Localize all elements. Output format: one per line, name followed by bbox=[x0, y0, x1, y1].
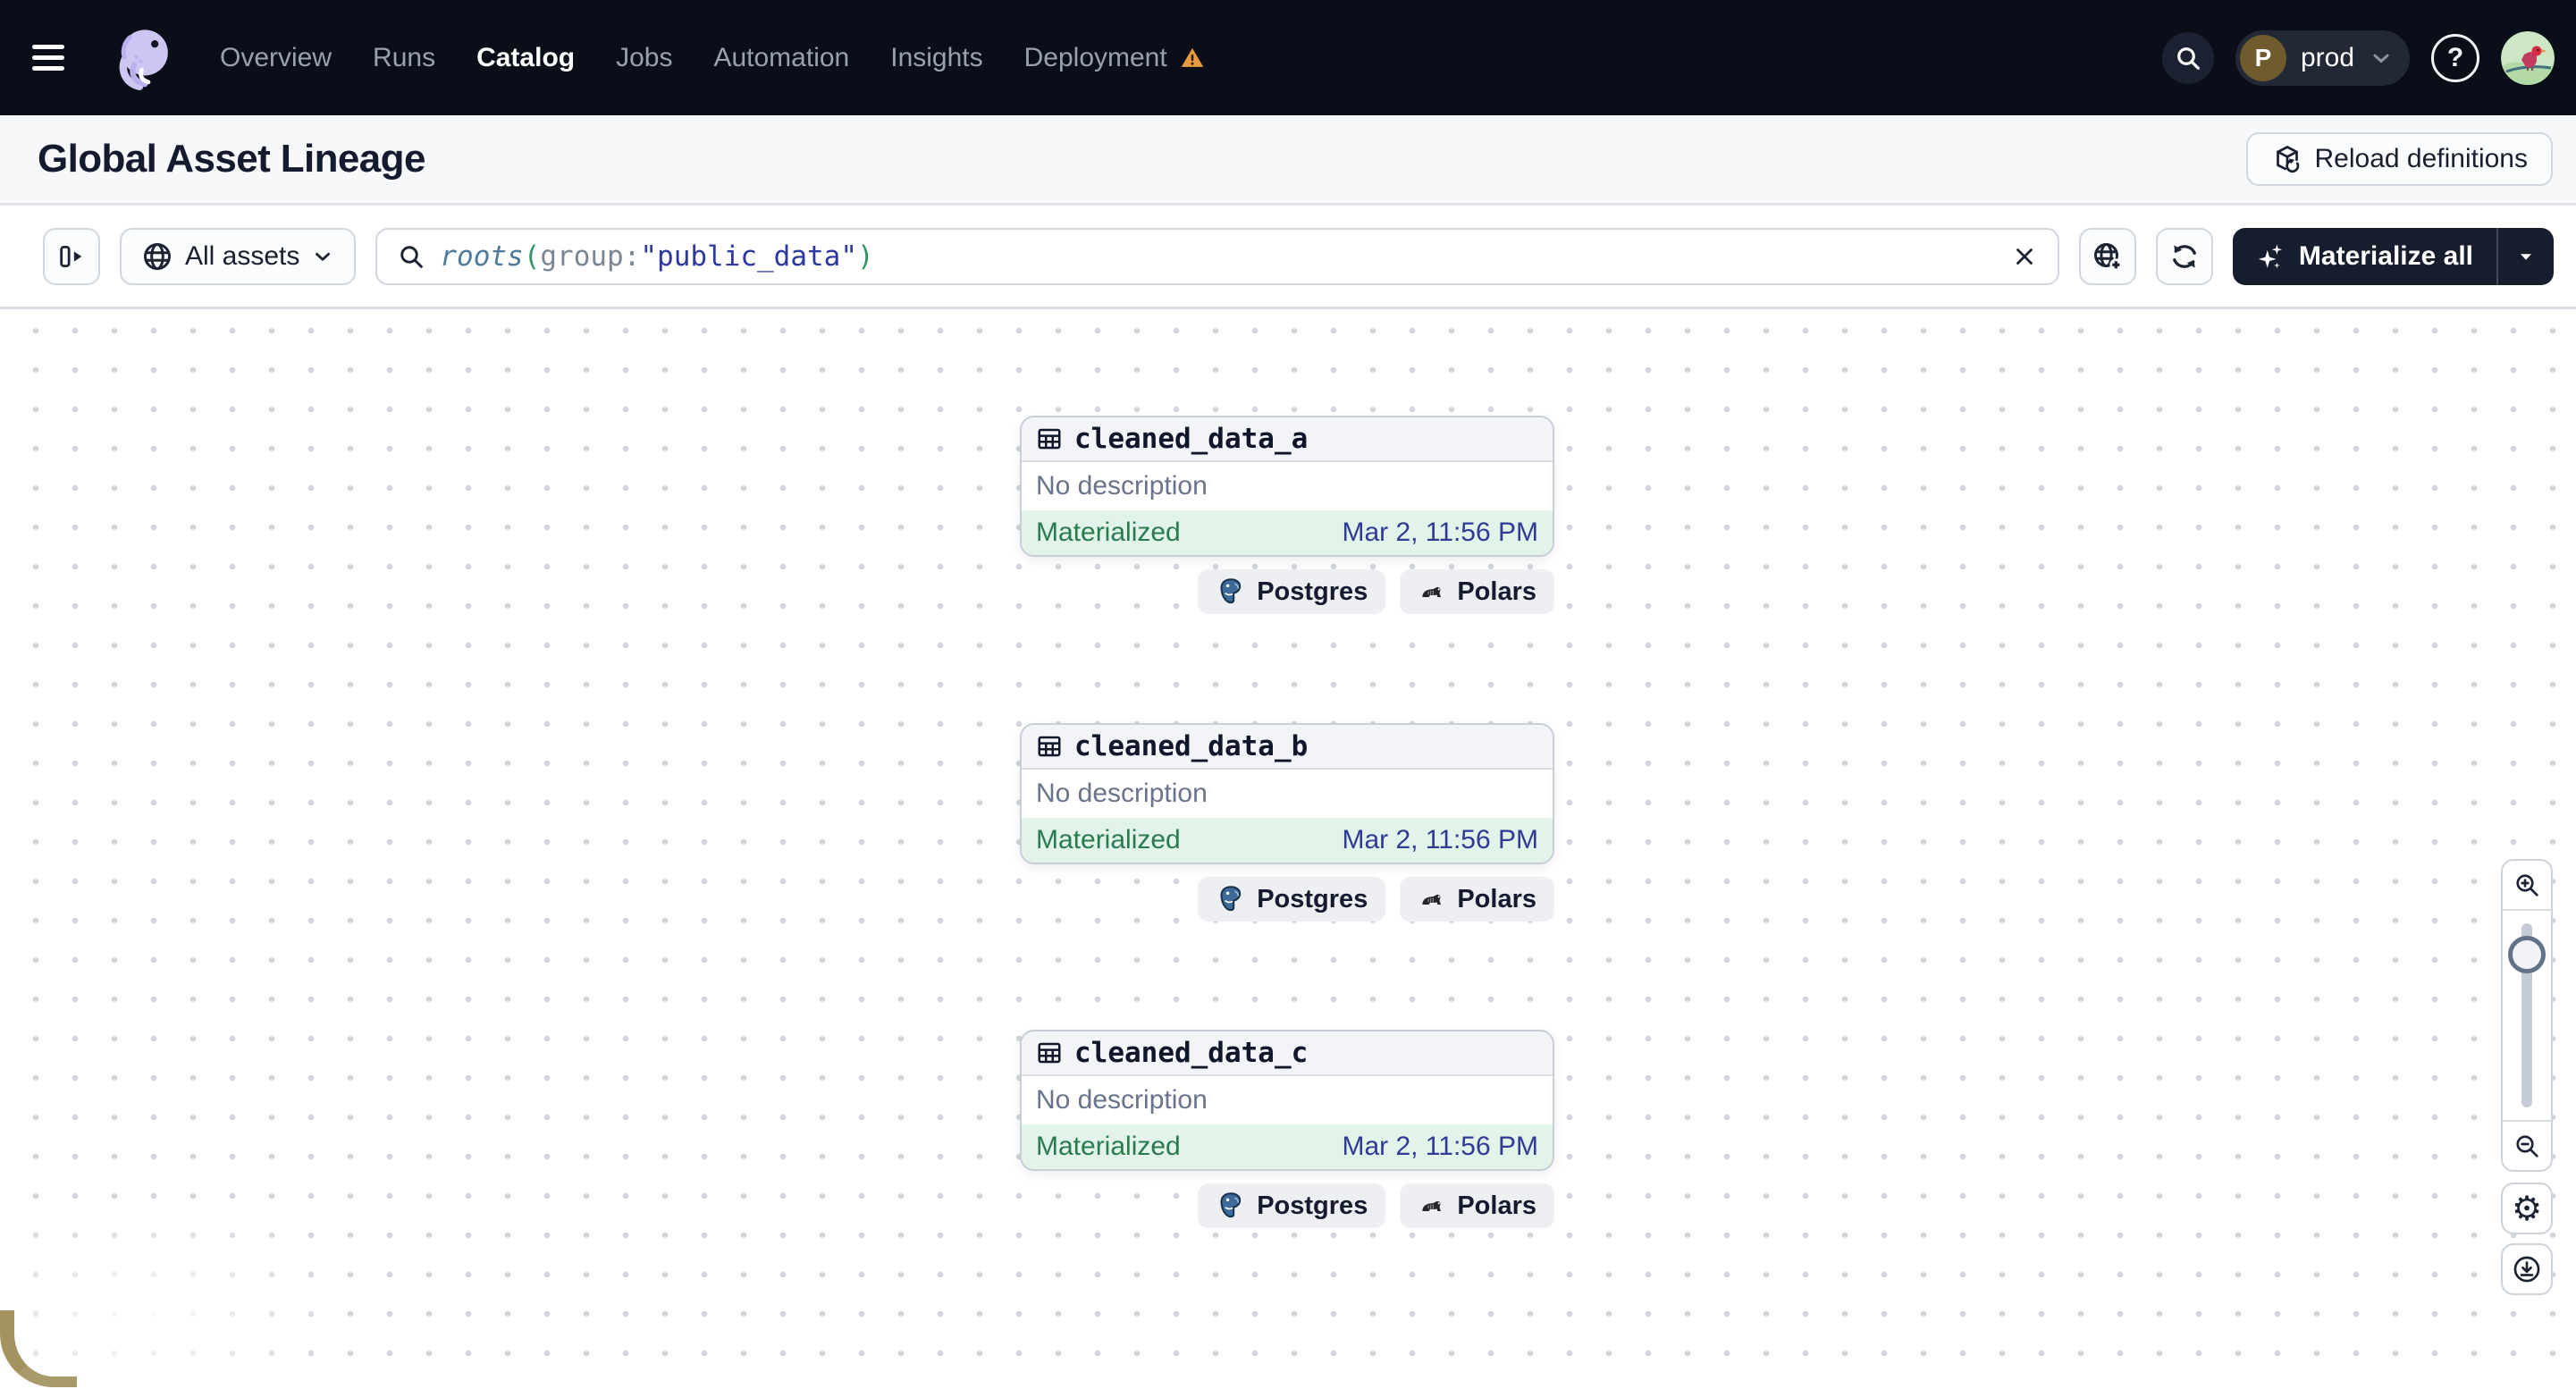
asset-name: cleaned_data_c bbox=[1074, 1037, 1309, 1069]
zoom-slider-thumb[interactable] bbox=[2508, 936, 2546, 973]
asset-node-header: cleaned_data_a bbox=[1022, 417, 1553, 462]
nav-item-deployment[interactable]: Deployment bbox=[1024, 43, 1205, 73]
table-icon bbox=[1036, 733, 1063, 760]
tag-postgres[interactable]: Postgres bbox=[1198, 1183, 1386, 1228]
zoom-control bbox=[2501, 859, 2553, 1172]
asset-name: cleaned_data_a bbox=[1074, 423, 1309, 455]
postgres-icon bbox=[1216, 884, 1246, 914]
asset-materialized-timestamp[interactable]: Mar 2, 11:56 PM bbox=[1342, 825, 1538, 855]
asset-materialized-timestamp[interactable]: Mar 2, 11:56 PM bbox=[1342, 518, 1538, 548]
globe-add-button[interactable] bbox=[2078, 227, 2136, 285]
chevron-down-icon bbox=[311, 245, 334, 268]
nav-right-cluster: P prod ? bbox=[2161, 29, 2555, 86]
asset-tag-row: Postgres Polars bbox=[1020, 1183, 1554, 1228]
nav-item-overview[interactable]: Overview bbox=[220, 43, 332, 73]
corner-artifact bbox=[0, 1310, 77, 1387]
polars-icon bbox=[1418, 885, 1446, 913]
warning-icon bbox=[1180, 46, 1205, 71]
hamburger-menu-icon[interactable] bbox=[32, 29, 89, 87]
tag-polars[interactable]: Polars bbox=[1400, 877, 1554, 922]
lineage-graph-canvas[interactable]: cleaned_data_a No description Materializ… bbox=[0, 309, 2576, 1389]
lineage-toolbar: All assets roots(group: "public_data") M… bbox=[0, 206, 2576, 309]
reload-definitions-icon bbox=[2271, 143, 2303, 175]
asset-node-cleaned-data-b[interactable]: cleaned_data_b No description Materializ… bbox=[1020, 723, 1554, 864]
asset-description: No description bbox=[1036, 779, 1208, 808]
gear-icon: ⚙ bbox=[2511, 1189, 2543, 1228]
tag-polars[interactable]: Polars bbox=[1400, 1183, 1554, 1228]
table-icon bbox=[1036, 425, 1063, 452]
tag-postgres[interactable]: Postgres bbox=[1198, 877, 1386, 922]
asset-name: cleaned_data_b bbox=[1074, 730, 1309, 762]
top-nav: Overview Runs Catalog Jobs Automation In… bbox=[0, 0, 2576, 115]
postgres-icon bbox=[1216, 577, 1246, 607]
asset-materialized-timestamp[interactable]: Mar 2, 11:56 PM bbox=[1342, 1132, 1538, 1162]
main-nav-menu: Overview Runs Catalog Jobs Automation In… bbox=[220, 43, 1205, 73]
help-icon[interactable]: ? bbox=[2431, 33, 2479, 82]
asset-status: Materialized bbox=[1036, 1132, 1181, 1161]
asset-status: Materialized bbox=[1036, 518, 1181, 547]
refresh-icon[interactable] bbox=[2155, 227, 2213, 285]
user-avatar[interactable] bbox=[2501, 30, 2555, 85]
materialize-all-button[interactable]: Materialize all bbox=[2233, 228, 2496, 285]
search-icon[interactable] bbox=[2161, 31, 2214, 84]
asset-node-cleaned-data-a[interactable]: cleaned_data_a No description Materializ… bbox=[1020, 416, 1554, 557]
asset-status: Materialized bbox=[1036, 825, 1181, 854]
polars-icon bbox=[1418, 1191, 1446, 1220]
search-icon bbox=[397, 242, 425, 271]
asset-selection-query: roots(group: "public_data") bbox=[440, 240, 874, 273]
nav-item-insights[interactable]: Insights bbox=[890, 43, 982, 73]
materialize-options-caret[interactable] bbox=[2498, 228, 2554, 285]
nav-item-jobs[interactable]: Jobs bbox=[616, 43, 672, 73]
download-image-button[interactable] bbox=[2501, 1243, 2553, 1295]
asset-description: No description bbox=[1036, 471, 1208, 501]
environment-name: prod bbox=[2300, 42, 2354, 72]
zoom-in-icon[interactable] bbox=[2503, 861, 2551, 911]
toggle-left-panel-button[interactable] bbox=[43, 227, 100, 285]
asset-tag-row: Postgres Polars bbox=[1020, 569, 1554, 614]
chevron-down-icon bbox=[2369, 46, 2394, 71]
polars-icon bbox=[1418, 577, 1446, 606]
dagster-logo-icon[interactable] bbox=[109, 23, 179, 93]
nav-item-runs[interactable]: Runs bbox=[373, 43, 435, 73]
globe-icon bbox=[141, 240, 173, 273]
nav-item-catalog[interactable]: Catalog bbox=[476, 43, 575, 73]
environment-switcher[interactable]: P prod bbox=[2235, 29, 2410, 86]
nav-item-automation[interactable]: Automation bbox=[713, 43, 849, 73]
page-header: Global Asset Lineage Reload definitions bbox=[0, 115, 2576, 206]
tag-postgres[interactable]: Postgres bbox=[1198, 569, 1386, 614]
asset-tag-row: Postgres Polars bbox=[1020, 877, 1554, 922]
asset-selection-input[interactable]: roots(group: "public_data") bbox=[375, 227, 2059, 285]
asset-node-header: cleaned_data_c bbox=[1022, 1031, 1553, 1076]
zoom-out-icon[interactable] bbox=[2503, 1120, 2551, 1170]
sparkles-icon bbox=[2256, 241, 2286, 272]
zoom-slider bbox=[2503, 911, 2551, 1120]
page-title: Global Asset Lineage bbox=[38, 137, 425, 181]
reload-definitions-button[interactable]: Reload definitions bbox=[2245, 132, 2553, 186]
clear-query-icon[interactable] bbox=[2011, 243, 2038, 270]
corner-sheen bbox=[0, 1191, 349, 1389]
asset-description: No description bbox=[1036, 1085, 1208, 1115]
asset-node-header: cleaned_data_b bbox=[1022, 725, 1553, 770]
table-icon bbox=[1036, 1040, 1063, 1066]
materialize-all-split-button: Materialize all bbox=[2232, 227, 2554, 285]
asset-scope-dropdown[interactable]: All assets bbox=[120, 227, 357, 285]
asset-node-cleaned-data-c[interactable]: cleaned_data_c No description Materializ… bbox=[1020, 1030, 1554, 1171]
graph-settings-button[interactable]: ⚙ bbox=[2501, 1183, 2553, 1234]
environment-avatar: P bbox=[2239, 34, 2286, 81]
download-icon bbox=[2512, 1254, 2542, 1284]
postgres-icon bbox=[1216, 1191, 1246, 1221]
tag-polars[interactable]: Polars bbox=[1400, 569, 1554, 614]
